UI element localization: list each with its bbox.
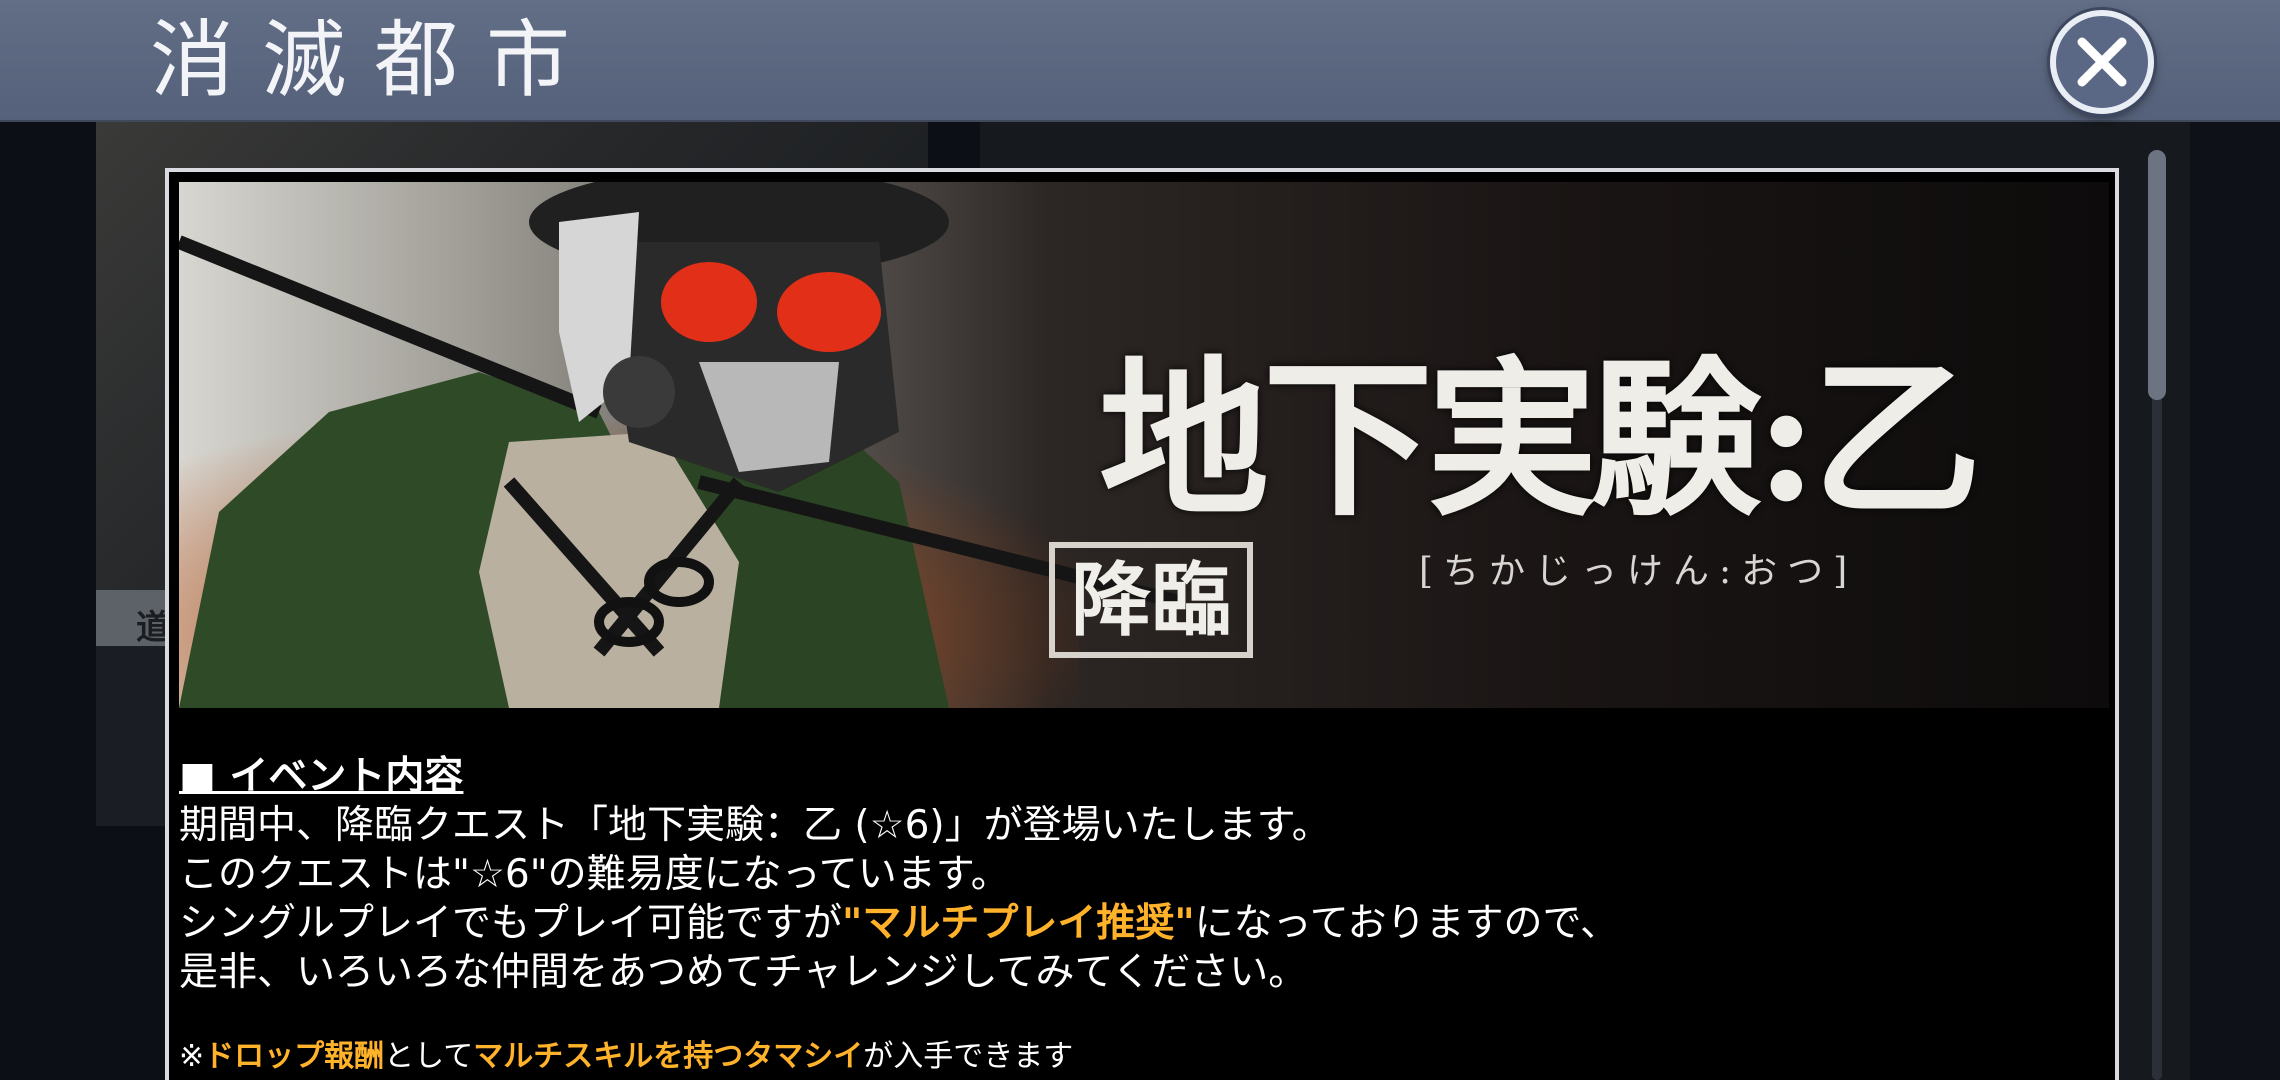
page-title: 消滅都市 <box>150 11 599 109</box>
event-detail-modal[interactable]: 地下実験:乙 [ちかじっけん:おつ] 降臨 ■ イベント内容 期間中、降臨クエス… <box>165 168 2119 1080</box>
banner-badge: 降臨 <box>1049 542 1253 658</box>
multiplay-recommended-highlight: "マルチプレイ推奨" <box>842 901 1195 946</box>
scrollbar-thumb[interactable] <box>2148 150 2166 400</box>
note-text: として <box>384 1039 474 1074</box>
multi-skill-highlight: マルチスキルを持つタマシイ <box>473 1039 864 1074</box>
header-bar: 消滅都市 <box>0 0 2280 122</box>
drop-reward-highlight: ドロップ報酬 <box>204 1039 385 1074</box>
description-text: になっておりますので、 <box>1194 901 1619 946</box>
note-prefix: ※ <box>179 1039 205 1074</box>
banner-title: 地下実験:乙 <box>1099 340 1982 540</box>
description-line: 期間中、降臨クエスト「地下実験：乙 (☆6)」が登場いたします。 <box>179 803 1331 848</box>
event-description: ■ イベント内容 期間中、降臨クエスト「地下実験：乙 (☆6)」が登場いたします… <box>179 752 1879 1077</box>
section-heading: ■ イベント内容 <box>179 754 464 799</box>
close-icon <box>2077 37 2127 87</box>
banner-reading: [ちかじっけん:おつ] <box>1419 551 1858 592</box>
close-button[interactable] <box>2050 10 2154 114</box>
background-edge <box>2190 120 2280 1080</box>
description-line: このクエストは"☆6"の難易度になっています。 <box>179 852 1010 897</box>
description-text: シングルプレイでもプレイ可能ですが <box>179 901 843 946</box>
description-line-recommendation: シングルプレイでもプレイ可能ですが"マルチプレイ推奨"になっておりますので、 <box>179 899 1879 948</box>
note-text: が入手できます <box>863 1039 1074 1074</box>
description-line: 是非、いろいろな仲間をあつめてチャレンジしてみてください。 <box>179 950 1308 995</box>
drop-reward-note: ※ドロップ報酬としてマルチスキルを持つタマシイが入手できます <box>179 1037 1879 1077</box>
event-banner-image: 地下実験:乙 [ちかじっけん:おつ] 降臨 <box>179 182 2109 708</box>
